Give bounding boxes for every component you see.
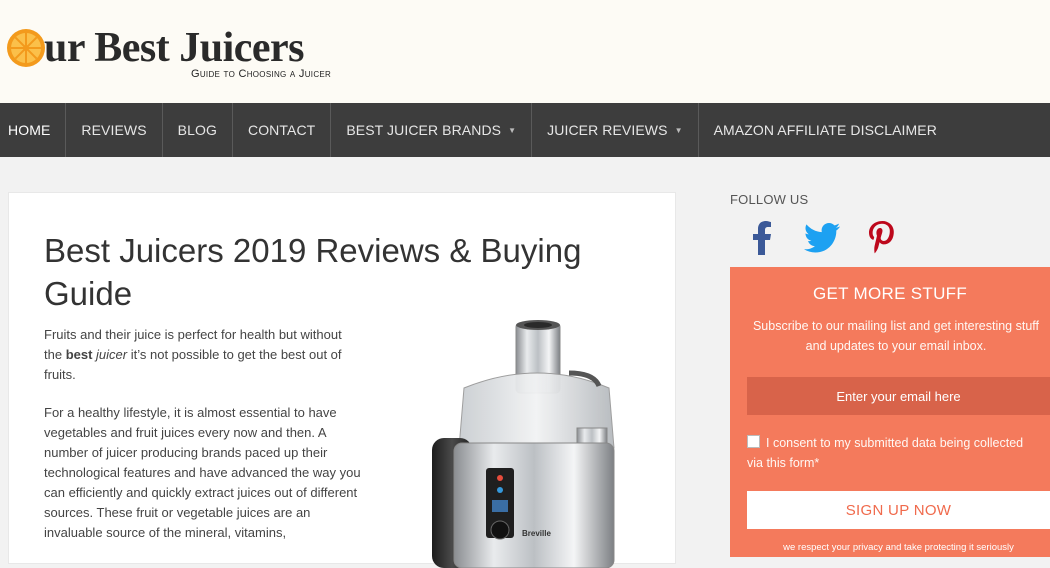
twitter-icon[interactable] [804, 220, 840, 256]
privacy-note: we respect your privacy and take protect… [783, 542, 1014, 553]
optin-description: Subscribe to our mailing list and get in… [752, 319, 1040, 353]
tagline: Guide to Choosing a Juicer [191, 68, 332, 80]
main-nav: HOME REVIEWS BLOG CONTACT BEST JUICER BR… [0, 103, 1050, 157]
nav-best-juicer-brands[interactable]: BEST JUICER BRANDS ▼ [330, 103, 531, 157]
follow-us-label: FOLLOW US [730, 192, 809, 207]
nav-amazon-affiliate-disclaimer[interactable]: AMAZON AFFILIATE DISCLAIMER [697, 103, 952, 157]
caret-down-icon: ▼ [508, 125, 517, 135]
nav-blog[interactable]: BLOG [161, 103, 232, 157]
nav-reviews-label: REVIEWS [81, 122, 147, 138]
nav-blog-label: BLOG [177, 122, 217, 138]
optin-title: GET MORE STUFF [812, 284, 968, 303]
nav-best-juicer-brands-label: BEST JUICER BRANDS [346, 122, 502, 138]
nav-home[interactable]: HOME [0, 103, 65, 157]
email-input[interactable]: Enter your email here [747, 377, 1050, 415]
nav-home-label: HOME [8, 122, 51, 138]
page-title: Best Juicers 2019 Reviews & Buying Guide [44, 232, 582, 312]
orange-slice-icon [7, 29, 45, 67]
article-card: Best Juicers 2019 Reviews & Buying Guide… [8, 192, 676, 568]
caret-down-icon: ▼ [674, 125, 683, 135]
optin-box: GET MORE STUFF Subscribe to our mailing … [730, 267, 1050, 557]
article-paragraph-1: Fruits and their juice is perfect for he… [44, 325, 362, 385]
facebook-icon[interactable] [744, 220, 780, 256]
nav-juicer-reviews-label: JUICER REVIEWS [547, 122, 668, 138]
nav-amazon-affiliate-disclaimer-label: AMAZON AFFILIATE DISCLAIMER [713, 122, 937, 138]
consent-row[interactable]: I consent to my submitted data being col… [747, 433, 1037, 473]
article-paragraph-2: For a healthy lifestyle, it is almost es… [44, 405, 361, 540]
product-brand-label: Breville [522, 529, 551, 538]
site-header: ur Best Juicers Guide to Choosing a Juic… [0, 0, 1050, 103]
p1-bold: best [65, 347, 93, 362]
juicer-product-image[interactable]: Breville [394, 318, 659, 568]
consent-checkbox[interactable] [747, 435, 760, 448]
nav-juicer-reviews[interactable]: JUICER REVIEWS ▼ [531, 103, 697, 157]
site-logo[interactable]: ur Best Juicers Guide to Choosing a Juic… [6, 24, 331, 80]
sidebar: FOLLOW US GET MORE STUFF Subscribe to ou… [730, 192, 1050, 557]
nav-contact[interactable]: CONTACT [231, 103, 330, 157]
sign-up-button[interactable]: SIGN UP NOW [747, 491, 1050, 529]
nav-contact-label: CONTACT [247, 122, 316, 138]
pinterest-icon[interactable] [864, 220, 900, 256]
consent-label: I consent to my submitted data being col… [747, 436, 1024, 470]
nav-reviews[interactable]: REVIEWS [65, 103, 161, 157]
p1-italic: juicer [96, 347, 128, 362]
logo-text: ur Best Juicers [44, 25, 305, 71]
social-links [744, 220, 900, 256]
